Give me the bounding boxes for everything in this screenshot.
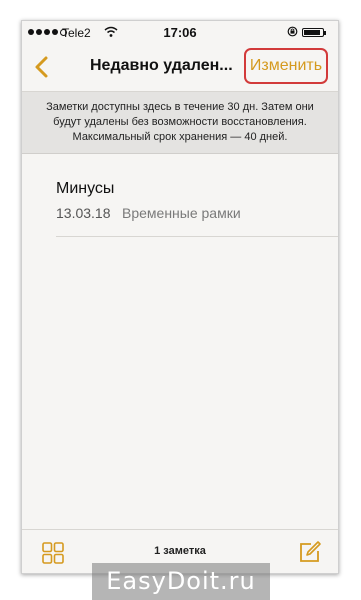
note-count: 1 заметка [154, 545, 206, 557]
status-bar: Tele2 17:06 [22, 21, 338, 43]
info-line: Максимальный срок хранения — 40 дней. [72, 131, 288, 143]
chevron-left-icon[interactable] [32, 55, 52, 79]
navigation-bar: Недавно удален... Изменить [22, 43, 338, 92]
retention-info-banner: Заметки доступны здесь в течение 30 дн. … [22, 92, 338, 154]
rotation-lock-icon [287, 26, 298, 37]
page-title: Недавно удален... [90, 57, 233, 74]
edit-button[interactable]: Изменить [244, 48, 328, 84]
battery-level [304, 30, 320, 35]
note-title: Минусы [56, 180, 115, 197]
divider [56, 236, 338, 237]
info-line: Заметки доступны здесь в течение 30 дн. … [46, 101, 314, 113]
watermark: EasyDoit.ru [92, 563, 270, 600]
info-line: будут удалены без возможности восстановл… [53, 116, 307, 128]
note-preview: Временные рамки [122, 205, 241, 221]
note-date: 13.03.18 [56, 205, 111, 221]
battery-icon [302, 28, 326, 37]
phone-screen: Tele2 17:06 Недавно удален... Изменить З… [21, 20, 339, 574]
note-list-item[interactable]: Минусы 13.03.18 Временные рамки [22, 155, 338, 237]
compose-icon[interactable] [298, 540, 322, 564]
